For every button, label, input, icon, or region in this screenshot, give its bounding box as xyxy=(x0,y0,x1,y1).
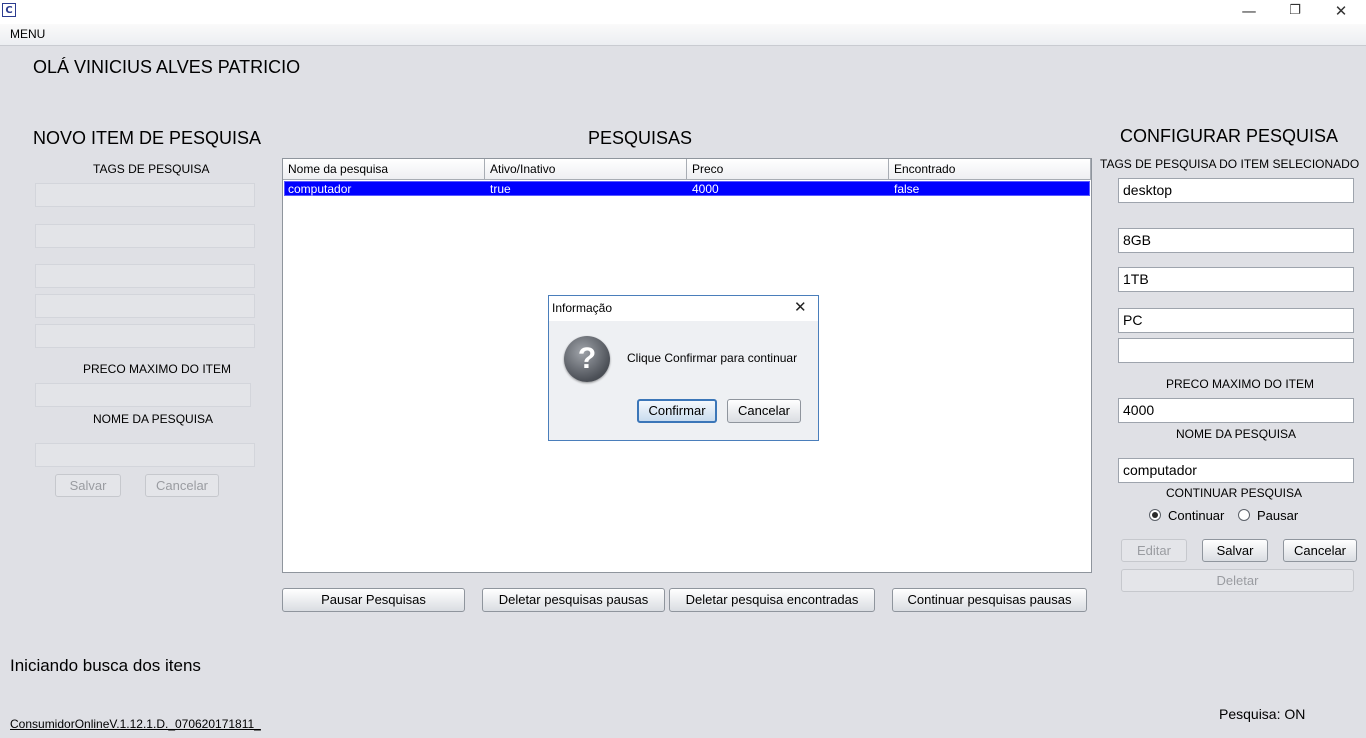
column-header-price[interactable]: Preco xyxy=(687,159,889,180)
column-header-found[interactable]: Encontrado xyxy=(889,159,1091,180)
right-save-button[interactable]: Salvar xyxy=(1202,539,1268,562)
left-name-field[interactable] xyxy=(35,443,255,467)
restore-button[interactable]: ❐ xyxy=(1272,0,1318,24)
left-tag-field-2[interactable] xyxy=(35,224,255,248)
dialog-close-icon[interactable]: ✕ xyxy=(794,298,807,316)
left-name-label: NOME DA PESQUISA xyxy=(93,412,214,426)
table-cell-found: false xyxy=(894,182,920,196)
confirm-button[interactable]: Confirmar xyxy=(637,399,717,423)
left-tag-field-5[interactable] xyxy=(35,324,255,348)
right-tag-field-3[interactable]: 1TB xyxy=(1118,267,1354,292)
greeting-text: OLÁ VINICIUS ALVES PATRICIO xyxy=(33,57,301,77)
left-price-field[interactable] xyxy=(35,383,251,407)
close-window-button[interactable]: ✕ xyxy=(1318,0,1364,24)
pause-searches-button[interactable]: Pausar Pesquisas xyxy=(282,588,465,612)
right-tag-field-1[interactable]: desktop xyxy=(1118,178,1354,203)
version-link[interactable]: ConsumidorOnlineV.1.12.1.D._070620171811… xyxy=(10,717,261,731)
searches-title: PESQUISAS xyxy=(588,128,693,148)
right-tag-field-4[interactable]: PC xyxy=(1118,308,1354,333)
delete-found-button[interactable]: Deletar pesquisa encontradas xyxy=(669,588,875,612)
left-tag-field-4[interactable] xyxy=(35,294,255,318)
status-message: Iniciando busca dos itens xyxy=(10,656,201,675)
left-price-label: PRECO MAXIMO DO ITEM xyxy=(83,362,232,376)
continue-search-label: CONTINUAR PESQUISA xyxy=(1166,486,1303,500)
right-cancel-button[interactable]: Cancelar xyxy=(1283,539,1357,562)
column-header-name[interactable]: Nome da pesquisa xyxy=(283,159,485,180)
dialog-title: Informação xyxy=(552,301,613,315)
left-save-button[interactable]: Salvar xyxy=(55,474,121,497)
table-cell-name: computador xyxy=(288,182,352,196)
right-price-label: PRECO MAXIMO DO ITEM xyxy=(1166,377,1315,391)
right-price-field[interactable]: 4000 xyxy=(1118,398,1354,423)
radio-pause[interactable] xyxy=(1238,509,1250,521)
radio-continue[interactable] xyxy=(1149,509,1161,521)
dialog-message: Clique Confirmar para continuar xyxy=(627,351,798,365)
column-header-active[interactable]: Ativo/Inativo xyxy=(485,159,687,180)
minimize-button[interactable]: — xyxy=(1226,0,1272,24)
left-tag-field-3[interactable] xyxy=(35,264,255,288)
table-row[interactable] xyxy=(284,181,1090,196)
radio-continue-label[interactable]: Continuar xyxy=(1168,508,1224,523)
table-cell-price: 4000 xyxy=(692,182,719,196)
radio-selected-dot xyxy=(1152,512,1158,518)
radio-pause-label[interactable]: Pausar xyxy=(1257,508,1298,523)
menu-bar xyxy=(0,24,1366,46)
menu-item[interactable]: MENU xyxy=(10,27,45,41)
edit-button[interactable]: Editar xyxy=(1121,539,1187,562)
right-tag-field-5[interactable] xyxy=(1118,338,1354,363)
app-icon: C xyxy=(2,3,16,17)
dialog-cancel-button[interactable]: Cancelar xyxy=(727,399,801,423)
new-item-title: NOVO ITEM DE PESQUISA xyxy=(33,128,262,148)
right-name-field[interactable]: computador xyxy=(1118,458,1354,483)
right-name-label: NOME DA PESQUISA xyxy=(1176,427,1297,441)
search-status: Pesquisa: ON xyxy=(1219,706,1306,722)
right-tag-field-2[interactable]: 8GB xyxy=(1118,228,1354,253)
title-bar xyxy=(0,0,1366,24)
question-icon: ? xyxy=(564,336,610,382)
left-cancel-button[interactable]: Cancelar xyxy=(145,474,219,497)
left-tag-field-1[interactable] xyxy=(35,183,255,207)
table-cell-active: true xyxy=(490,182,511,196)
configure-search-title: CONFIGURAR PESQUISA xyxy=(1120,126,1339,146)
right-tags-label: TAGS DE PESQUISA DO ITEM SELECIONADO xyxy=(1100,157,1360,171)
left-tags-label: TAGS DE PESQUISA xyxy=(93,162,210,176)
continue-paused-button[interactable]: Continuar pesquisas pausas xyxy=(892,588,1087,612)
delete-button[interactable]: Deletar xyxy=(1121,569,1354,592)
delete-paused-button[interactable]: Deletar pesquisas pausas xyxy=(482,588,665,612)
